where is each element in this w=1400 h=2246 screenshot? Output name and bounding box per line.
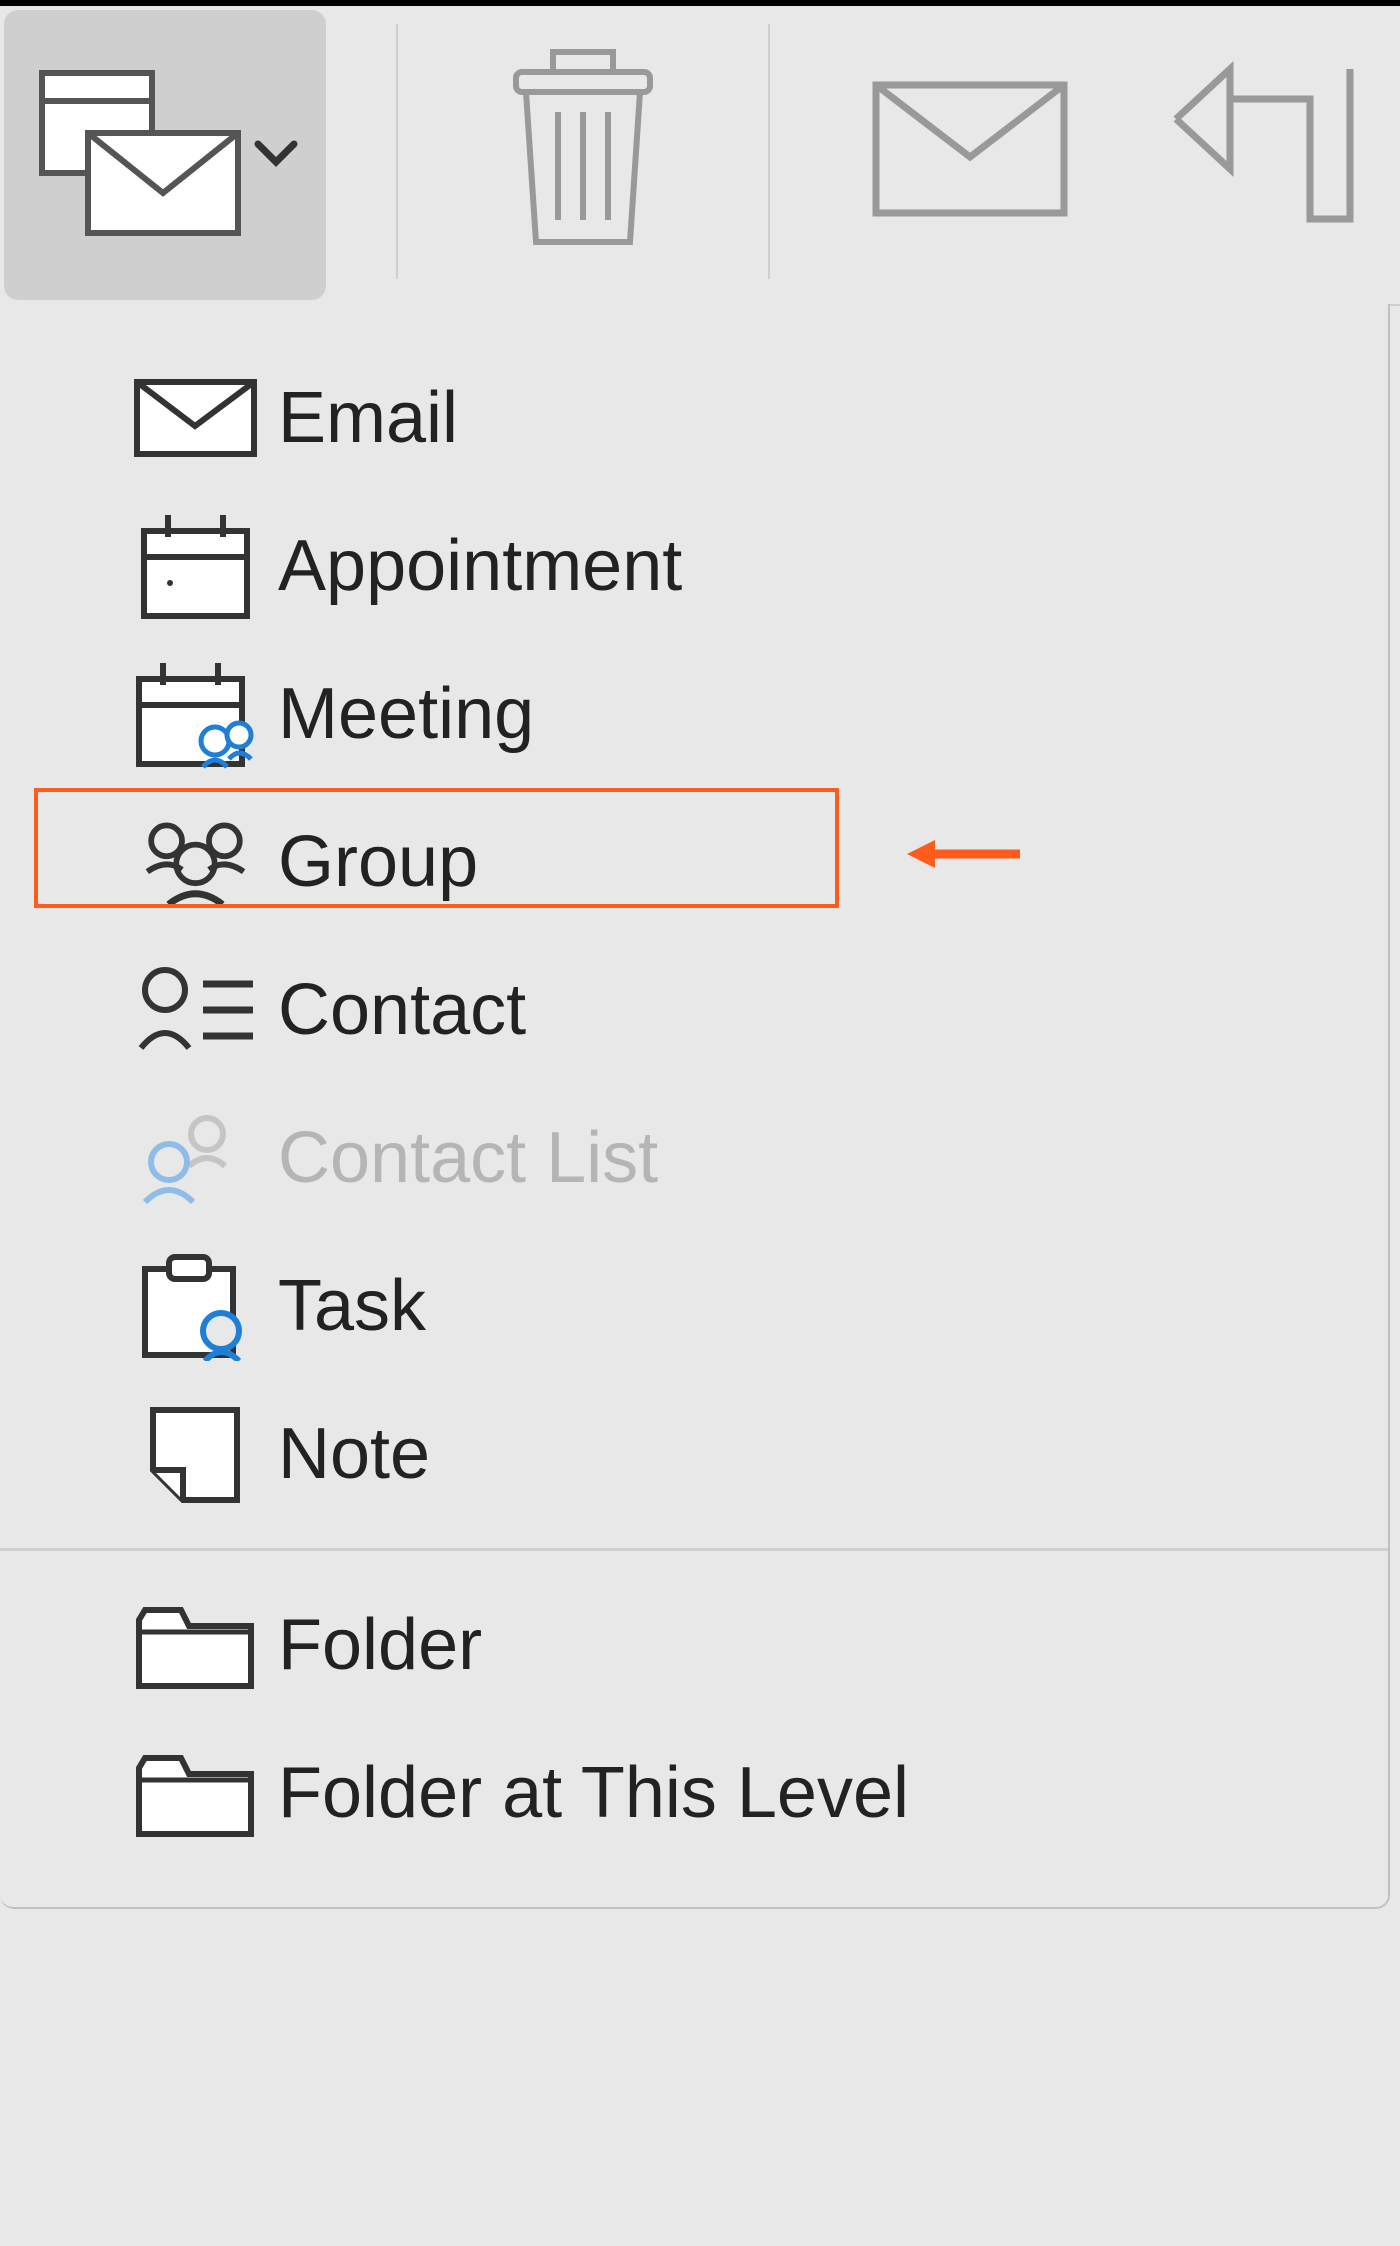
annotation-arrow (905, 834, 1025, 879)
menu-item-note[interactable]: Note (0, 1380, 1388, 1528)
app-window: Email Appointment (0, 0, 1400, 2246)
menu-item-group[interactable]: Group (0, 788, 1388, 936)
menu-item-label: Folder at This Level (278, 1752, 909, 1834)
menu-item-task[interactable]: Task (0, 1232, 1388, 1380)
menu-item-meeting[interactable]: Meeting (0, 640, 1388, 788)
task-icon (130, 1256, 260, 1356)
envelope-icon (870, 79, 1070, 224)
toolbar-separator (396, 24, 398, 279)
reply-icon (1170, 59, 1370, 244)
chevron-down-icon (254, 138, 298, 173)
menu-item-email[interactable]: Email (0, 344, 1388, 492)
trash-icon (498, 44, 668, 259)
menu-item-label: Meeting (278, 673, 534, 755)
menu-item-label: Note (278, 1413, 430, 1495)
menu-item-label: Email (278, 377, 458, 459)
email-icon (130, 368, 260, 468)
menu-item-label: Contact List (278, 1117, 658, 1199)
menu-item-appointment[interactable]: Appointment (0, 492, 1388, 640)
contact-icon (130, 960, 260, 1060)
menu-divider (0, 1548, 1388, 1551)
menu-item-folder[interactable]: Folder (0, 1571, 1388, 1719)
toolbar (0, 6, 1400, 306)
new-item-dropdown-button[interactable] (4, 10, 326, 300)
note-icon (130, 1404, 260, 1504)
menu-item-label: Contact (278, 969, 526, 1051)
delete-button[interactable] (468, 6, 698, 296)
menu-item-label: Folder (278, 1604, 482, 1686)
menu-item-label: Task (278, 1265, 426, 1347)
menu-item-folder-at-this-level[interactable]: Folder at This Level (0, 1719, 1388, 1867)
toolbar-separator (768, 24, 770, 279)
reply-button[interactable] (1140, 6, 1400, 296)
new-item-dropdown-menu: Email Appointment (0, 304, 1390, 1909)
menu-item-label: Group (278, 821, 478, 903)
group-icon (130, 812, 260, 912)
contact-list-icon (130, 1108, 260, 1208)
folder-icon (130, 1595, 260, 1695)
meeting-icon (130, 664, 260, 764)
menu-item-label: Appointment (278, 525, 682, 607)
appointment-icon (130, 516, 260, 616)
folder-level-icon (130, 1743, 260, 1843)
menu-item-contact-list: Contact List (0, 1084, 1388, 1232)
menu-item-contact[interactable]: Contact (0, 936, 1388, 1084)
mail-button[interactable] (840, 6, 1100, 296)
new-item-icon (32, 63, 242, 248)
